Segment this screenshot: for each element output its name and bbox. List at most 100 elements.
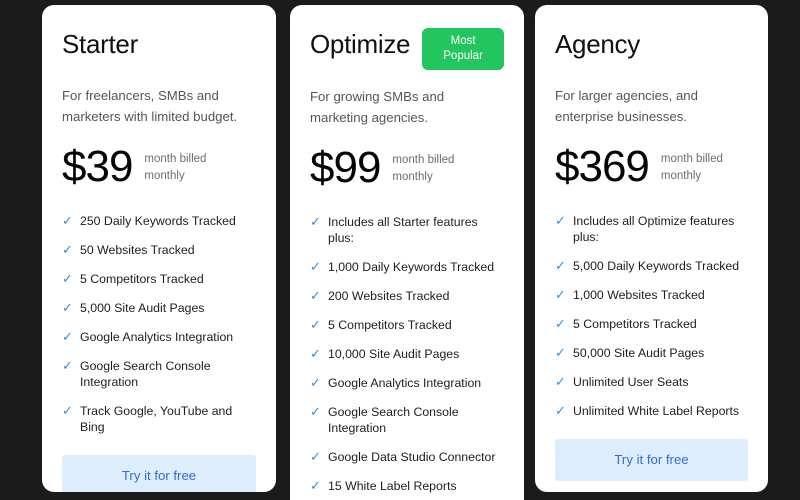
price-note-agency: month billed monthly — [661, 151, 723, 185]
plan-title-optimize: Optimize — [310, 29, 411, 59]
list-item: ✓ 5 Competitors Tracked — [62, 271, 256, 287]
feature-label: 5 Competitors Tracked — [573, 317, 697, 331]
feature-list-starter: ✓ 250 Daily Keywords Tracked ✓ 50 Websit… — [62, 213, 256, 435]
feature-label: 1,000 Websites Tracked — [573, 288, 705, 302]
check-icon: ✓ — [62, 403, 73, 418]
pricing-page: Starter For freelancers, SMBs and market… — [0, 0, 800, 500]
price-row-optimize: $99 month billed monthly — [310, 144, 504, 192]
feature-label: 50 Websites Tracked — [80, 243, 195, 257]
check-icon: ✓ — [555, 374, 566, 389]
list-item: ✓ Google Analytics Integration — [62, 329, 256, 345]
check-icon: ✓ — [310, 317, 321, 332]
feature-label: Track Google, YouTube and Bing — [80, 404, 233, 434]
plan-price-starter: $39 — [62, 142, 133, 191]
list-item: ✓ Includes all Optimize features plus: — [555, 213, 748, 245]
price-row-starter: $39 month billed monthly — [62, 143, 256, 191]
list-item: ✓ 5 Competitors Tracked — [555, 316, 748, 332]
check-icon: ✓ — [555, 403, 566, 418]
list-item: ✓ Google Analytics Integration — [310, 375, 504, 391]
list-item: ✓ 5 Competitors Tracked — [310, 317, 504, 333]
price-row-agency: $369 month billed monthly — [555, 143, 748, 191]
feature-label: Google Search Console Integration — [80, 359, 211, 389]
try-it-for-free-button[interactable]: Try it for free — [555, 439, 748, 481]
feature-label: 50,000 Site Audit Pages — [573, 346, 705, 360]
feature-label: Includes all Starter features plus: — [328, 215, 478, 245]
pricing-card-optimize: Optimize Most Popular For growing SMBs a… — [290, 5, 524, 500]
check-icon: ✓ — [62, 329, 73, 344]
plan-description-starter: For freelancers, SMBs and marketers with… — [62, 88, 238, 124]
feature-label: 250 Daily Keywords Tracked — [80, 214, 236, 228]
check-icon: ✓ — [555, 258, 566, 273]
plan-title-agency: Agency — [555, 29, 640, 59]
check-icon: ✓ — [62, 358, 73, 373]
price-note-line2: monthly — [392, 171, 433, 183]
check-icon: ✓ — [310, 259, 321, 274]
plan-title-starter: Starter — [62, 29, 138, 59]
check-icon: ✓ — [310, 214, 321, 229]
list-item: ✓ 15 White Label Reports — [310, 478, 504, 494]
feature-label: 5,000 Daily Keywords Tracked — [573, 259, 740, 273]
card-header-starter: Starter — [62, 27, 256, 69]
check-icon: ✓ — [62, 271, 73, 286]
feature-list-optimize: ✓ Includes all Starter features plus: ✓ … — [310, 214, 504, 500]
feature-label: Google Data Studio Connector — [328, 450, 496, 464]
list-item: ✓ 5,000 Site Audit Pages — [62, 300, 256, 316]
plan-description-optimize: For growing SMBs and marketing agencies. — [310, 89, 445, 125]
check-icon: ✓ — [310, 404, 321, 419]
list-item: ✓ Includes all Starter features plus: — [310, 214, 504, 246]
pricing-card-agency: Agency For larger agencies, and enterpri… — [535, 5, 768, 492]
feature-label: Google Search Console Integration — [328, 405, 459, 435]
cta-section-starter: Try it for free Risk-free 14-day trial — [62, 455, 256, 492]
plan-description-agency: For larger agencies, and enterprise busi… — [555, 88, 698, 124]
list-item: ✓ Unlimited White Label Reports — [555, 403, 748, 419]
feature-label: Google Analytics Integration — [80, 330, 234, 344]
list-item: ✓ 50,000 Site Audit Pages — [555, 345, 748, 361]
check-icon: ✓ — [555, 345, 566, 360]
price-note-line2: monthly — [660, 170, 702, 182]
feature-label: 5,000 Site Audit Pages — [80, 301, 205, 315]
price-note-line1: month billed — [392, 154, 455, 166]
list-item: ✓ Google Data Studio Connector — [310, 449, 504, 465]
feature-label: 15 White Label Reports — [328, 479, 457, 493]
check-icon: ✓ — [310, 288, 321, 303]
list-item: ✓ Unlimited User Seats — [555, 374, 748, 390]
list-item: ✓ 5,000 Daily Keywords Tracked — [555, 258, 748, 274]
check-icon: ✓ — [62, 242, 73, 257]
check-icon: ✓ — [62, 300, 73, 315]
feature-label: Unlimited User Seats — [573, 375, 689, 389]
try-it-for-free-button[interactable]: Try it for free — [62, 455, 256, 492]
check-icon: ✓ — [62, 213, 73, 228]
plan-price-optimize: $99 — [310, 143, 381, 192]
price-note-line2: monthly — [144, 170, 185, 182]
check-icon: ✓ — [310, 346, 321, 361]
feature-label: Includes all Optimize features plus: — [573, 214, 735, 244]
list-item: ✓ 250 Daily Keywords Tracked — [62, 213, 256, 229]
feature-label: Google Analytics Integration — [328, 376, 482, 390]
feature-label: 5 Competitors Tracked — [80, 272, 204, 286]
price-note-optimize: month billed monthly — [392, 152, 454, 186]
card-header-agency: Agency — [555, 27, 748, 69]
list-item: ✓ 200 Websites Tracked — [310, 288, 504, 304]
feature-label: 200 Websites Tracked — [328, 289, 450, 303]
check-icon: ✓ — [310, 478, 321, 493]
list-item: ✓ Track Google, YouTube and Bing — [62, 403, 256, 435]
price-note-line1: month billed — [660, 153, 723, 165]
list-item: ✓ 50 Websites Tracked — [62, 242, 256, 258]
feature-label: 5 Competitors Tracked — [328, 318, 452, 332]
check-icon: ✓ — [555, 213, 566, 228]
check-icon: ✓ — [310, 449, 321, 464]
feature-label: 1,000 Daily Keywords Tracked — [328, 260, 495, 274]
feature-list-agency: ✓ Includes all Optimize features plus: ✓… — [555, 213, 748, 419]
card-header-optimize: Optimize Most Popular — [310, 27, 504, 70]
most-popular-badge: Most Popular — [422, 28, 504, 70]
list-item: ✓ Google Search Console Integration — [62, 358, 256, 390]
list-item: ✓ 1,000 Websites Tracked — [555, 287, 748, 303]
check-icon: ✓ — [555, 316, 566, 331]
plan-price-agency: $369 — [555, 142, 650, 191]
check-icon: ✓ — [310, 375, 321, 390]
price-note-starter: month billed monthly — [144, 151, 206, 185]
list-item: ✓ 10,000 Site Audit Pages — [310, 346, 504, 362]
pricing-card-starter: Starter For freelancers, SMBs and market… — [42, 5, 276, 492]
list-item: ✓ Google Search Console Integration — [310, 404, 504, 436]
feature-label: 10,000 Site Audit Pages — [328, 347, 460, 361]
